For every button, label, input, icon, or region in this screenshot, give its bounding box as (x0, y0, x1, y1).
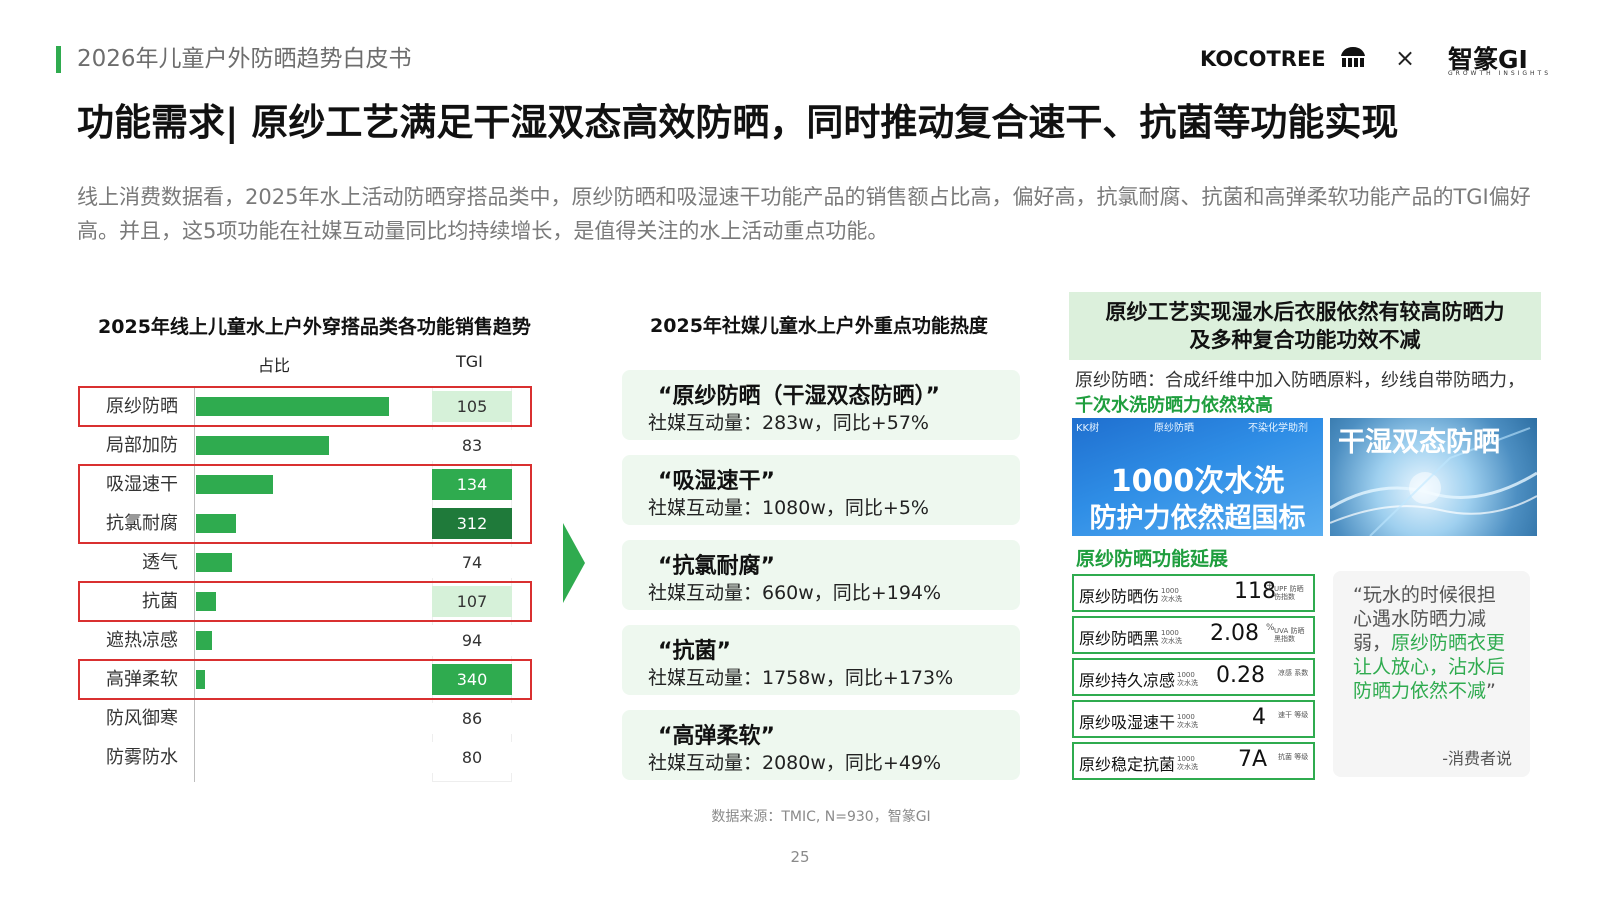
image-brand-label: KK树 (1076, 423, 1100, 434)
feature-name: “高弹柔软” (658, 724, 775, 749)
image-tag-label: 原纱防晒 (1154, 423, 1194, 434)
feature-name: “抗氯耐腐” (658, 554, 775, 579)
sales-chart-title: 2025年线上儿童水上户外穿搭品类各功能销售趋势 (98, 316, 531, 338)
yarn-description-text: 原纱防晒：合成纤维中加入防晒原料，纱线自带防晒力， (1075, 370, 1525, 391)
category-label: 防雾防水 (106, 747, 178, 768)
image-subline: 防护力依然超国标 (1089, 503, 1306, 534)
yarn-description: 原纱防晒：合成纤维中加入防晒原料，纱线自带防晒力， 千次水洗防晒力依然较高 (1075, 368, 1541, 418)
quote-attribution: -消费者说 (1442, 749, 1512, 768)
spec-value: 7A (1238, 747, 1268, 772)
tgi-value: 94 (432, 625, 512, 656)
quote-text: “玩水的时候很担心遇水防晒力减弱，原纱防晒衣更让人放心，沾水后防晒力依然不减” (1353, 583, 1513, 703)
feature-card: “高弹柔软” 社媒互动量：2080w，同比+49% (622, 710, 1020, 780)
tgi-value: 80 (432, 742, 512, 773)
tgi-value: 74 (432, 547, 512, 578)
consumer-quote-card: “玩水的时候很担心遇水防晒力减弱，原纱防晒衣更让人放心，沾水后防晒力依然不减” … (1333, 571, 1530, 777)
spec-name: 原纱持久凉感 (1079, 671, 1176, 690)
share-bar (196, 553, 232, 572)
feature-name: “吸湿速干” (658, 469, 775, 494)
spec-unit: 凉感 系数 (1278, 669, 1309, 677)
spec-value: 2.08 (1210, 621, 1259, 646)
share-bar (196, 436, 330, 455)
feature-card: “原纱防晒（干湿双态防晒）” 社媒互动量：283w，同比+57% (622, 370, 1020, 440)
right-header-line1: 原纱工艺实现湿水后衣服依然有较高防晒力 (1105, 300, 1505, 324)
wash-test-image: KK树 原纱防晒 不染化学助剂 1000次水洗 防护力依然超国标 (1072, 418, 1323, 536)
page-title: 功能需求| 原纱工艺满足干湿双态高效防晒，同时推动复合速干、抗菌等功能实现 (77, 101, 1399, 144)
report-title: 2026年儿童户外防晒趋势白皮书 (77, 46, 412, 72)
highlight-box (78, 464, 532, 544)
feature-card: “抗氯耐腐” 社媒互动量：660w，同比+194% (622, 540, 1020, 610)
feature-card: “吸湿速干” 社媒互动量：1080w，同比+5% (622, 455, 1020, 525)
page-number: 25 (790, 848, 810, 866)
page-subtitle: 线上消费数据看，2025年水上活动防晒穿搭品类中，原纱防晒和吸湿速干功能产品的销… (77, 185, 1531, 243)
right-header-line2: 及多种复合功能功效不减 (1189, 328, 1421, 352)
feature-name: “抗菌” (658, 639, 731, 664)
spec-unit: UPF 防晒伤指数 (1274, 585, 1304, 601)
spec-unit: UVA 防晒黑指数 (1274, 627, 1305, 643)
highlight-box (78, 659, 532, 700)
kocotree-logo: KOCOTREE (1200, 47, 1326, 71)
tgi-column-header: TGI (456, 352, 483, 371)
category-label: 透气 (142, 552, 178, 573)
spec-name: 原纱防晒黑 (1079, 629, 1160, 648)
spec-superscript: + (1266, 581, 1274, 591)
highlight-box (78, 581, 532, 622)
category-label: 防风御寒 (106, 708, 178, 729)
spec-value: 0.28 (1216, 663, 1265, 688)
spec-wash-note: 1000次水洗 (1161, 587, 1182, 603)
quote-text-end: ” (1486, 680, 1496, 702)
feature-name: “原纱防晒（干湿双态防晒）” (658, 384, 940, 409)
spec-wash-note: 1000次水洗 (1177, 713, 1198, 729)
spec-unit: 抗菌 等级 (1278, 753, 1309, 761)
feature-stat: 社媒互动量：1758w，同比+173% (648, 667, 954, 689)
spec-wash-note: 1000次水洗 (1177, 755, 1198, 771)
share-bar (196, 631, 212, 650)
category-label: 局部加防 (106, 435, 178, 456)
social-heat-title: 2025年社媒儿童水上户外重点功能热度 (650, 315, 988, 337)
feature-stat: 社媒互动量：1080w，同比+5% (648, 497, 929, 519)
image-headline: 1000次水洗 (1110, 464, 1285, 499)
water-fabric-image: 干湿双态防晒 (1330, 418, 1537, 536)
tgi-value: 86 (432, 703, 512, 734)
spec-unit: 速干 等级 (1278, 711, 1309, 719)
tgi-value: 83 (432, 430, 512, 461)
spec-name: 原纱吸湿速干 (1079, 713, 1176, 732)
feature-stat: 社媒互动量：660w，同比+194% (648, 582, 942, 604)
spec-name: 原纱稳定抗菌 (1079, 755, 1176, 774)
yarn-description-highlight: 千次水洗防晒力依然较高 (1075, 395, 1273, 416)
spec-wash-note: 1000次水洗 (1161, 629, 1182, 645)
title-accent-bar (56, 46, 61, 73)
spec-row: 原纱防晒黑 1000次水洗 2.08% UVA 防晒黑指数 (1072, 616, 1315, 654)
spec-row: 原纱稳定抗菌 1000次水洗 7A 抗菌 等级 (1072, 742, 1315, 780)
category-label: 遮热凉感 (106, 630, 178, 651)
feature-stat: 社媒互动量：283w，同比+57% (648, 412, 929, 434)
extension-title: 原纱防晒功能延展 (1076, 548, 1229, 570)
spec-name: 原纱防晒伤 (1079, 587, 1160, 606)
spec-row: 原纱防晒伤 1000次水洗 118 + UPF 防晒伤指数 (1072, 574, 1315, 612)
highlight-box (78, 386, 532, 427)
image-overlay-text: 干湿双态防晒 (1338, 427, 1500, 458)
spec-row: 原纱吸湿速干 1000次水洗 4 速干 等级 (1072, 700, 1315, 738)
right-panel-header: 原纱工艺实现湿水后衣服依然有较高防晒力 及多种复合功能功效不减 (1069, 292, 1541, 360)
data-source: 数据来源：TMIC, N=930，智篆GI (711, 809, 931, 825)
feature-card: “抗菌” 社媒互动量：1758w，同比+173% (622, 625, 1020, 695)
spec-value: 4 (1252, 705, 1266, 730)
chevron-right-icon (563, 523, 585, 603)
image-tag-label: 不染化学助剂 (1248, 423, 1308, 434)
tree-logo-icon (1341, 47, 1365, 67)
spec-wash-note: 1000次水洗 (1177, 671, 1198, 687)
spec-row: 原纱持久凉感 1000次水洗 0.28 凉感 系数 (1072, 658, 1315, 696)
feature-stat: 社媒互动量：2080w，同比+49% (648, 752, 942, 774)
zhizhuan-logo-tagline: GROWTH INSIGHTS (1448, 70, 1552, 77)
logo-separator: × (1395, 44, 1416, 72)
share-column-header: 占比 (258, 356, 291, 375)
